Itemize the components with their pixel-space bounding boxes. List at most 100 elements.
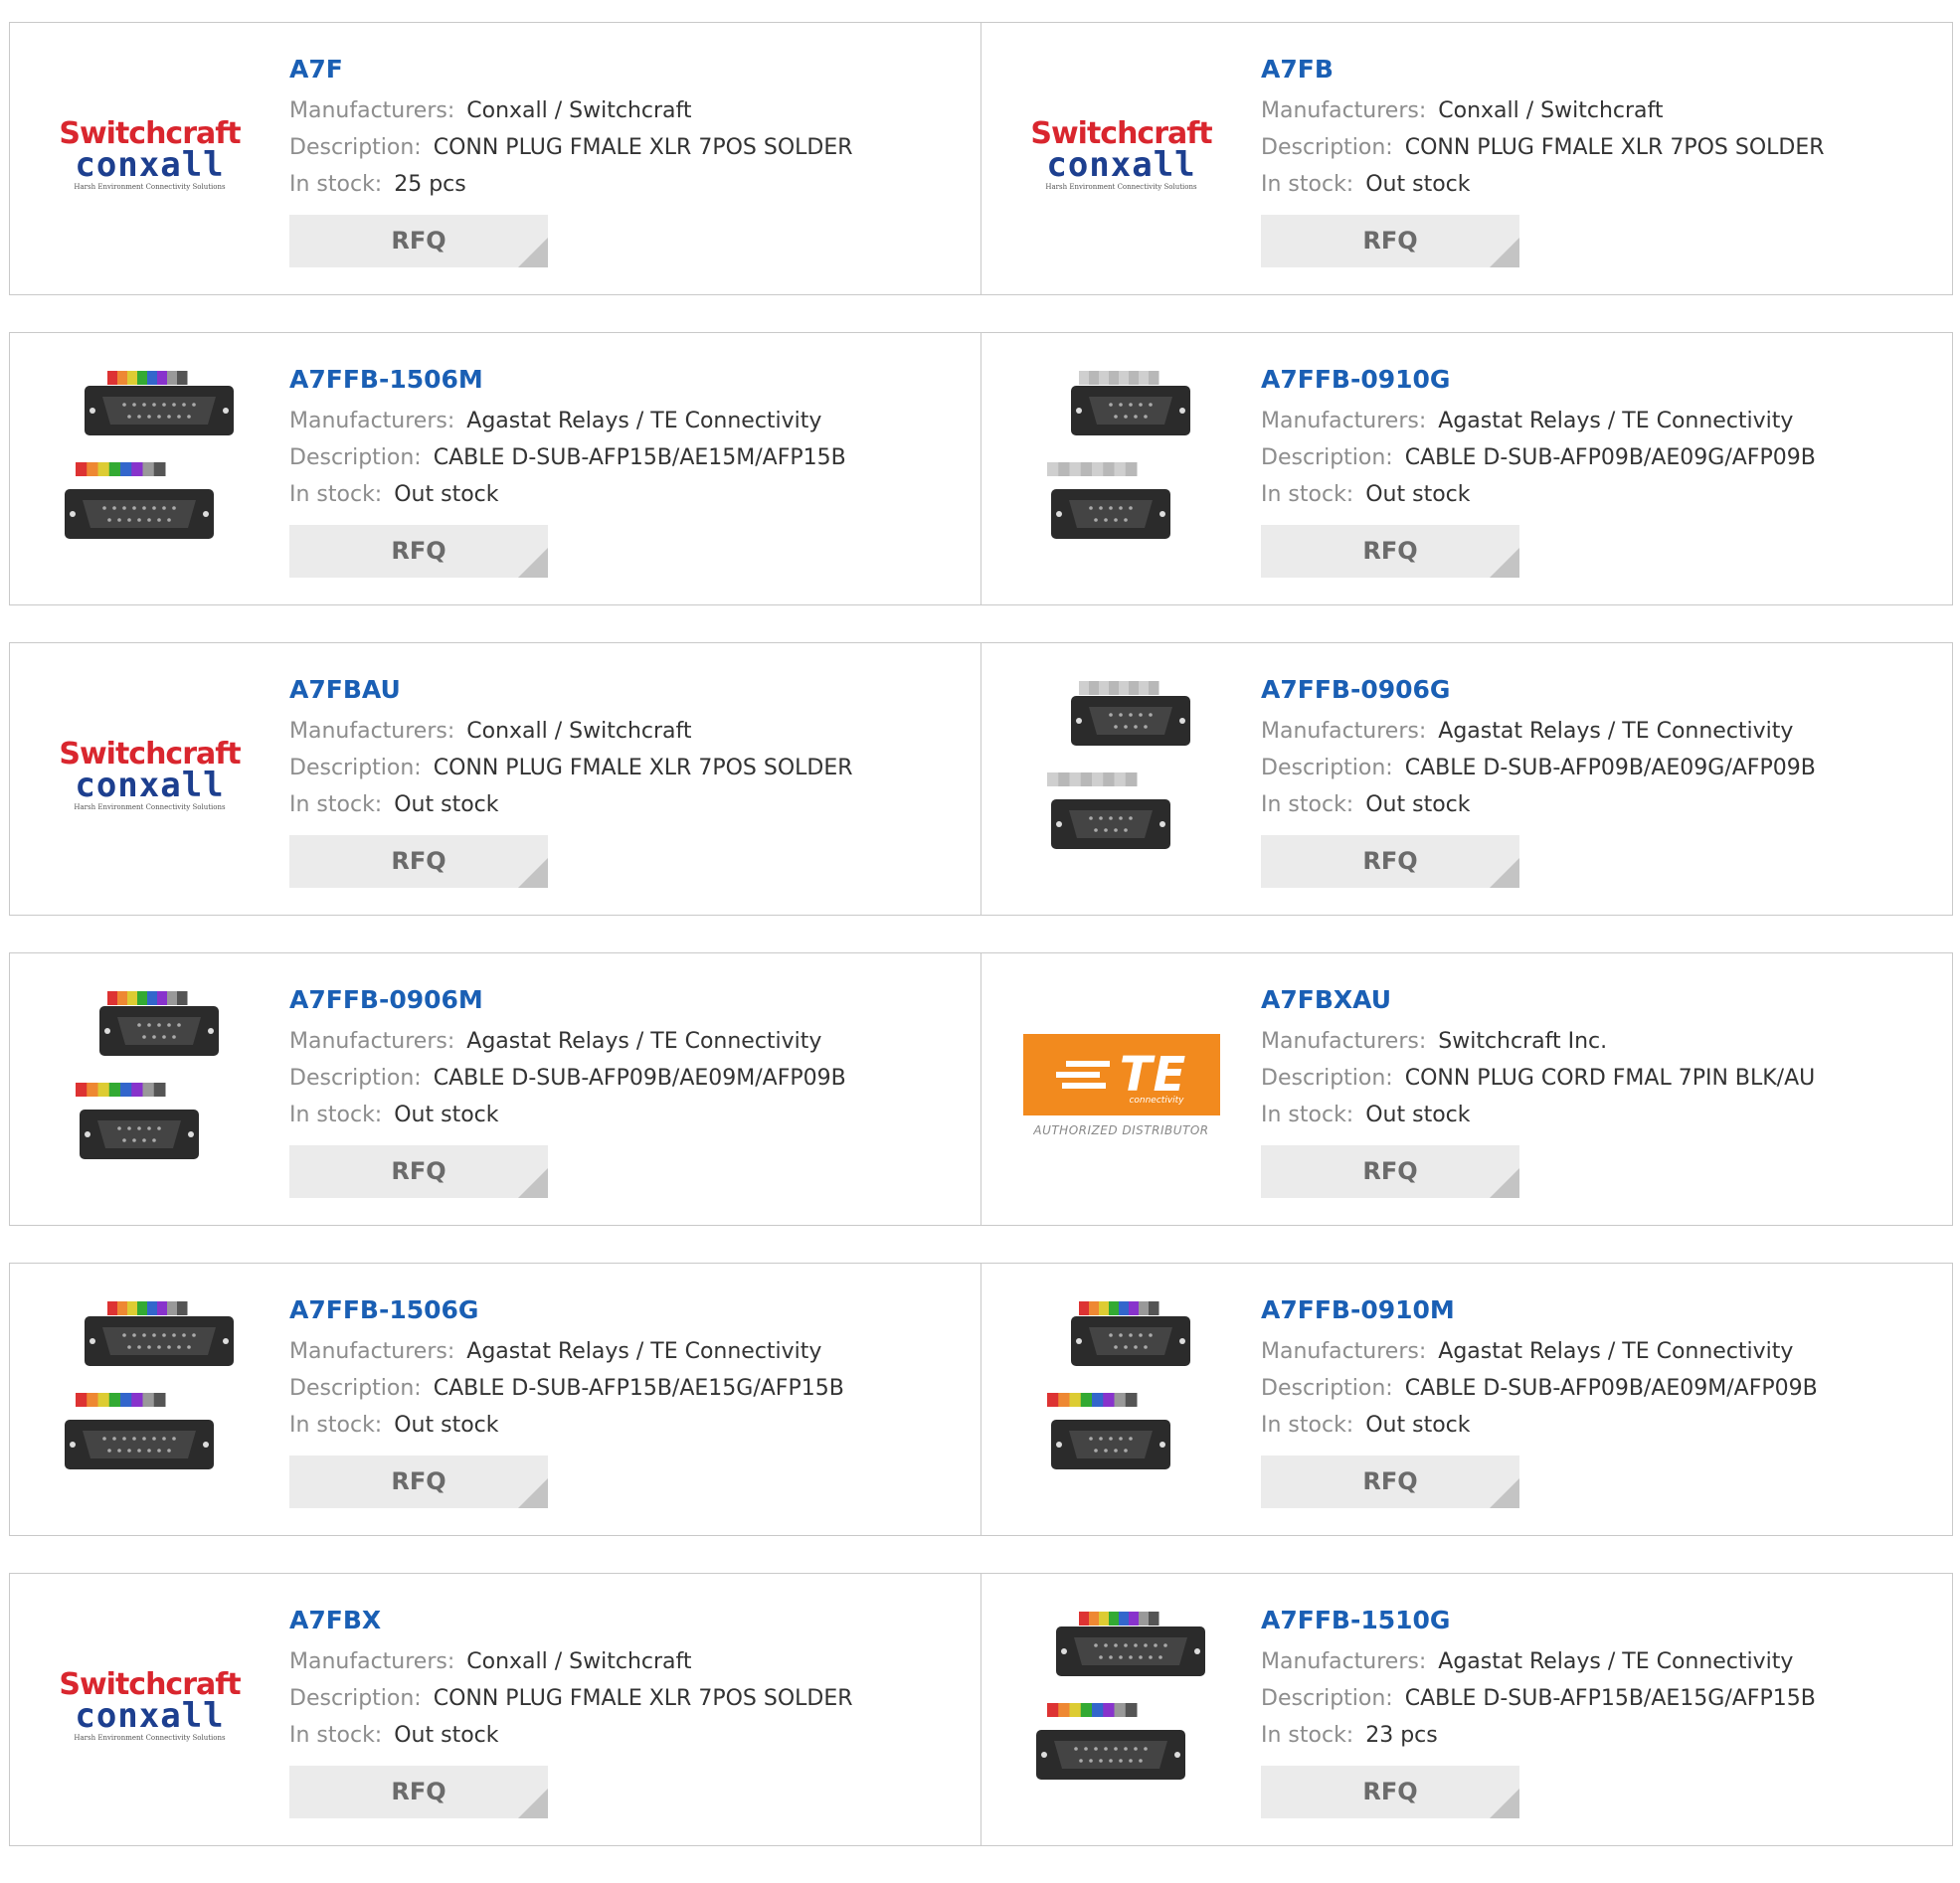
manufacturer-value: Agastat Relays / TE Connectivity: [1438, 719, 1794, 744]
product-image[interactable]: Switchcraft conxall Harsh Environment Conn…: [1019, 53, 1223, 257]
product-image[interactable]: [48, 1293, 252, 1497]
description-row: Description: CONN PLUG FMALE XLR 7POS SOL…: [289, 1680, 971, 1717]
rfq-button[interactable]: RFQ: [1261, 525, 1519, 578]
part-number-link[interactable]: A7FFB-1506G: [289, 1293, 971, 1327]
logo-tagline: Harsh Environment Connectivity Solutions: [74, 803, 226, 811]
rfq-button[interactable]: RFQ: [289, 1455, 548, 1508]
manufacturer-label: Manufacturers:: [1261, 1339, 1427, 1364]
rfq-button[interactable]: RFQ: [1261, 215, 1519, 267]
dsub-9-cable-image: [1047, 681, 1190, 849]
part-number-link[interactable]: A7F: [289, 53, 971, 86]
product-card: A7FFB-0906G Manufacturers: Agastat Relays…: [980, 643, 1952, 915]
description-row: Description: CONN PLUG FMALE XLR 7POS SOL…: [289, 750, 971, 786]
product-image[interactable]: Switchcraft conxall Harsh Environment Conn…: [48, 1604, 252, 1807]
stock-value: Out stock: [394, 1103, 499, 1127]
product-card: A7FFB-1510G Manufacturers: Agastat Relays…: [980, 1574, 1952, 1845]
part-number-link[interactable]: A7FFB-0906G: [1261, 673, 1942, 707]
product-info: A7F Manufacturers: Conxall / Switchcraft …: [289, 53, 971, 267]
rfq-corner-decoration: [1490, 1478, 1519, 1508]
stock-label: In stock:: [289, 1413, 383, 1438]
stock-value: 23 pcs: [1365, 1723, 1438, 1748]
manufacturer-label: Manufacturers:: [1261, 1649, 1427, 1674]
product-card: Switchcraft conxall Harsh Environment Conn…: [10, 643, 980, 915]
rfq-corner-decoration: [518, 548, 548, 578]
part-number-link[interactable]: A7FB: [1261, 53, 1942, 86]
manufacturer-label: Manufacturers:: [1261, 98, 1427, 123]
manufacturer-value: Agastat Relays / TE Connectivity: [1438, 409, 1794, 433]
conxall-wordmark: conxall: [75, 766, 225, 805]
part-number-link[interactable]: A7FFB-1506M: [289, 363, 971, 397]
manufacturer-row: Manufacturers: Agastat Relays / TE Connec…: [289, 1333, 971, 1370]
rfq-button[interactable]: RFQ: [1261, 1766, 1519, 1818]
product-image[interactable]: [1019, 1293, 1223, 1497]
description-value: CABLE D-SUB-AFP09B/AE09G/AFP09B: [1404, 756, 1816, 780]
stock-label: In stock:: [289, 172, 383, 197]
product-grid: Switchcraft conxall Harsh Environment Conn…: [9, 22, 1953, 1883]
te-subtitle: connectivity: [1129, 1095, 1184, 1106]
rfq-button[interactable]: RFQ: [289, 1766, 548, 1818]
product-card: A7FFB-1506M Manufacturers: Agastat Relays…: [10, 333, 980, 604]
rfq-button[interactable]: RFQ: [1261, 1455, 1519, 1508]
part-number-link[interactable]: A7FFB-0910M: [1261, 1293, 1942, 1327]
stock-value: Out stock: [1365, 1103, 1471, 1127]
rfq-label: RFQ: [1362, 227, 1418, 255]
description-label: Description:: [1261, 756, 1393, 780]
manufacturer-row: Manufacturers: Agastat Relays / TE Connec…: [289, 403, 971, 439]
switchcraft-conxall-logo: Switchcraft conxall Harsh Environment Conn…: [48, 1604, 252, 1807]
description-value: CABLE D-SUB-AFP09B/AE09M/AFP09B: [433, 1066, 846, 1091]
rfq-label: RFQ: [391, 1157, 446, 1185]
logo-tagline: Harsh Environment Connectivity Solutions: [74, 183, 226, 191]
manufacturer-label: Manufacturers:: [289, 1029, 455, 1054]
description-label: Description:: [289, 135, 422, 160]
part-number-link[interactable]: A7FBX: [289, 1604, 971, 1637]
te-wordmark: TE: [1119, 1046, 1187, 1103]
stock-row: In stock: Out stock: [1261, 1407, 1942, 1444]
rfq-button[interactable]: RFQ: [289, 1145, 548, 1198]
product-image[interactable]: [1019, 673, 1223, 877]
stock-value: Out stock: [1365, 1413, 1471, 1438]
conxall-wordmark: conxall: [1046, 145, 1196, 185]
description-label: Description:: [289, 1686, 422, 1711]
product-image[interactable]: [48, 983, 252, 1187]
dsub-9-cable-image: [1047, 371, 1190, 539]
product-image[interactable]: Switchcraft conxall Harsh Environment Conn…: [48, 53, 252, 257]
rfq-label: RFQ: [391, 227, 446, 255]
stock-value: Out stock: [1365, 482, 1471, 507]
part-number-link[interactable]: A7FFB-0906M: [289, 983, 971, 1017]
product-image[interactable]: Switchcraft conxall Harsh Environment Conn…: [48, 673, 252, 877]
description-value: CONN PLUG FMALE XLR 7POS SOLDER: [433, 135, 853, 160]
product-info: A7FB Manufacturers: Conxall / Switchcraft…: [1261, 53, 1942, 267]
part-number-link[interactable]: A7FFB-0910G: [1261, 363, 1942, 397]
rfq-corner-decoration: [518, 1478, 548, 1508]
conxall-wordmark: conxall: [75, 1696, 225, 1736]
description-label: Description:: [1261, 1686, 1393, 1711]
rfq-button[interactable]: RFQ: [289, 215, 548, 267]
rfq-button[interactable]: RFQ: [1261, 1145, 1519, 1198]
part-number-link[interactable]: A7FBAU: [289, 673, 971, 707]
product-info: A7FFB-1510G Manufacturers: Agastat Relays…: [1261, 1604, 1942, 1818]
product-image[interactable]: [1019, 1604, 1223, 1807]
product-image[interactable]: TE connectivity AUTHORIZED DISTRIBUTOR: [1019, 983, 1223, 1187]
part-number-link[interactable]: A7FBXAU: [1261, 983, 1942, 1017]
rfq-corner-decoration: [518, 1789, 548, 1818]
product-image[interactable]: [48, 363, 252, 567]
manufacturer-value: Agastat Relays / TE Connectivity: [466, 409, 822, 433]
product-row: Switchcraft conxall Harsh Environment Conn…: [9, 642, 1953, 916]
manufacturer-value: Agastat Relays / TE Connectivity: [466, 1339, 822, 1364]
description-label: Description:: [1261, 445, 1393, 470]
stock-label: In stock:: [289, 1103, 383, 1127]
part-number-link[interactable]: A7FFB-1510G: [1261, 1604, 1942, 1637]
description-row: Description: CABLE D-SUB-AFP15B/AE15G/AFP…: [1261, 1680, 1942, 1717]
product-row: Switchcraft conxall Harsh Environment Conn…: [9, 22, 1953, 295]
product-card: Switchcraft conxall Harsh Environment Conn…: [10, 23, 980, 294]
rfq-button[interactable]: RFQ: [1261, 835, 1519, 888]
rfq-button[interactable]: RFQ: [289, 525, 548, 578]
product-image[interactable]: [1019, 363, 1223, 567]
product-row: A7FFB-0906M Manufacturers: Agastat Relays…: [9, 952, 1953, 1226]
rfq-button[interactable]: RFQ: [289, 835, 548, 888]
product-card: Switchcraft conxall Harsh Environment Conn…: [10, 1574, 980, 1845]
rfq-corner-decoration: [1490, 238, 1519, 267]
manufacturer-label: Manufacturers:: [289, 1649, 455, 1674]
manufacturer-row: Manufacturers: Conxall / Switchcraft: [1261, 92, 1942, 129]
description-label: Description:: [289, 1376, 422, 1401]
